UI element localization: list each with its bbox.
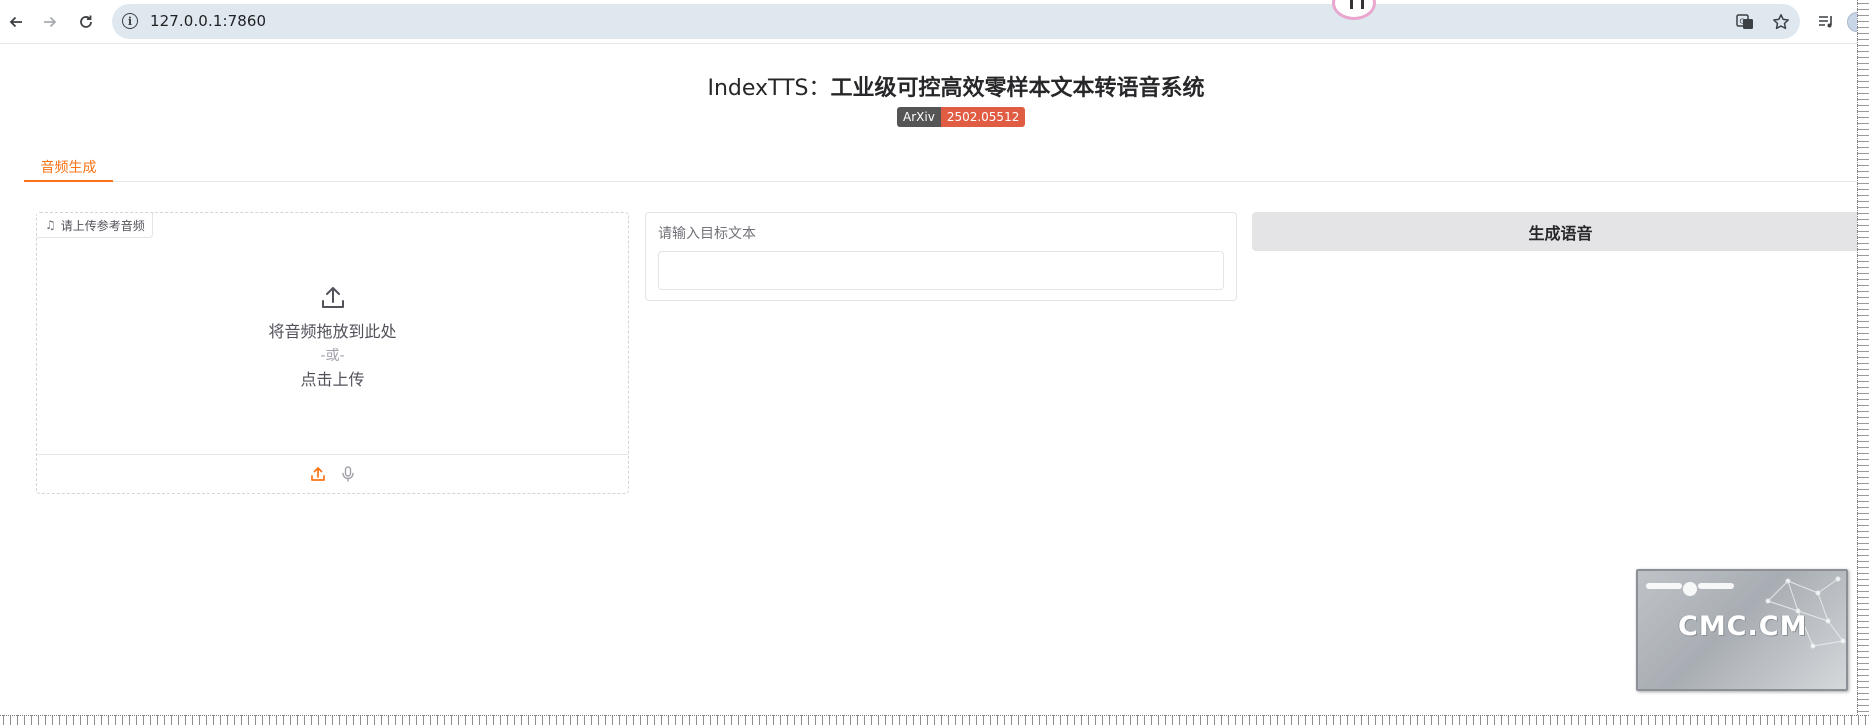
click-upload-text: 点击上传	[300, 370, 365, 389]
microphone-source-button[interactable]	[339, 465, 357, 483]
page-title: IndexTTS：工业级可控高效零样本文本转语音系统	[0, 70, 1869, 102]
upload-label: ♫ 请上传参考音频	[37, 213, 153, 238]
target-text-input[interactable]	[658, 251, 1224, 290]
audio-drop-zone[interactable]: 将音频拖放到此处 -或- 点击上传	[37, 213, 628, 455]
target-text-card: 请输入目标文本	[645, 212, 1237, 301]
page-title-prefix: IndexTTS：	[707, 76, 831, 101]
reload-icon	[80, 15, 92, 28]
torn-edge-right	[1857, 0, 1869, 725]
microphone-icon	[341, 466, 354, 482]
forward-button[interactable]	[36, 8, 64, 36]
reload-button[interactable]	[72, 8, 100, 36]
watermark-logo: CMC.CM	[1636, 569, 1848, 691]
watermark-text: CMC.CM	[1678, 611, 1808, 642]
media-control-icon[interactable]	[1813, 9, 1839, 35]
info-icon[interactable]: i	[122, 13, 138, 29]
music-note-icon: ♫	[45, 218, 56, 232]
tab-bar: 音频生成	[24, 155, 1869, 182]
arrow-left-icon	[9, 16, 22, 28]
arxiv-badge-label: ArXiv	[897, 107, 941, 127]
address-bar[interactable]: i 127.0.0.1:7860 G	[112, 4, 1800, 39]
generate-speech-button[interactable]: 生成语音	[1252, 212, 1869, 251]
torn-edge-bottom	[0, 715, 1869, 725]
arxiv-badge-id: 2502.05512	[940, 107, 1026, 127]
svg-text:G: G	[1740, 18, 1745, 26]
browser-toolbar: i 127.0.0.1:7860 G	[0, 0, 1869, 44]
back-button[interactable]	[2, 8, 30, 36]
star-icon[interactable]	[1770, 11, 1792, 33]
page: i 127.0.0.1:7860 G IndexTTS：工业级可控高效零样本文本…	[0, 0, 1869, 725]
translate-icon[interactable]: G	[1734, 11, 1756, 33]
arxiv-badge[interactable]: ArXiv 2502.05512	[897, 107, 1026, 127]
tab-audio-generation[interactable]: 音频生成	[24, 155, 113, 182]
or-text: -或-	[320, 348, 345, 364]
upload-source-icon	[310, 467, 325, 481]
target-text-label: 请输入目标文本	[658, 226, 756, 242]
reference-audio-upload[interactable]: 将音频拖放到此处 -或- 点击上传 ♫ 请上传参考音频	[36, 212, 629, 494]
url-text[interactable]: 127.0.0.1:7860	[150, 12, 266, 30]
drop-text: 将音频拖放到此处	[268, 322, 397, 341]
audio-source-toolbar	[37, 454, 628, 493]
upload-icon	[321, 287, 344, 308]
arrow-right-icon	[44, 16, 57, 28]
page-title-main: 工业级可控高效零样本文本转语音系统	[830, 76, 1205, 101]
upload-label-text: 请上传参考音频	[60, 218, 145, 233]
upload-source-button[interactable]	[309, 465, 327, 483]
